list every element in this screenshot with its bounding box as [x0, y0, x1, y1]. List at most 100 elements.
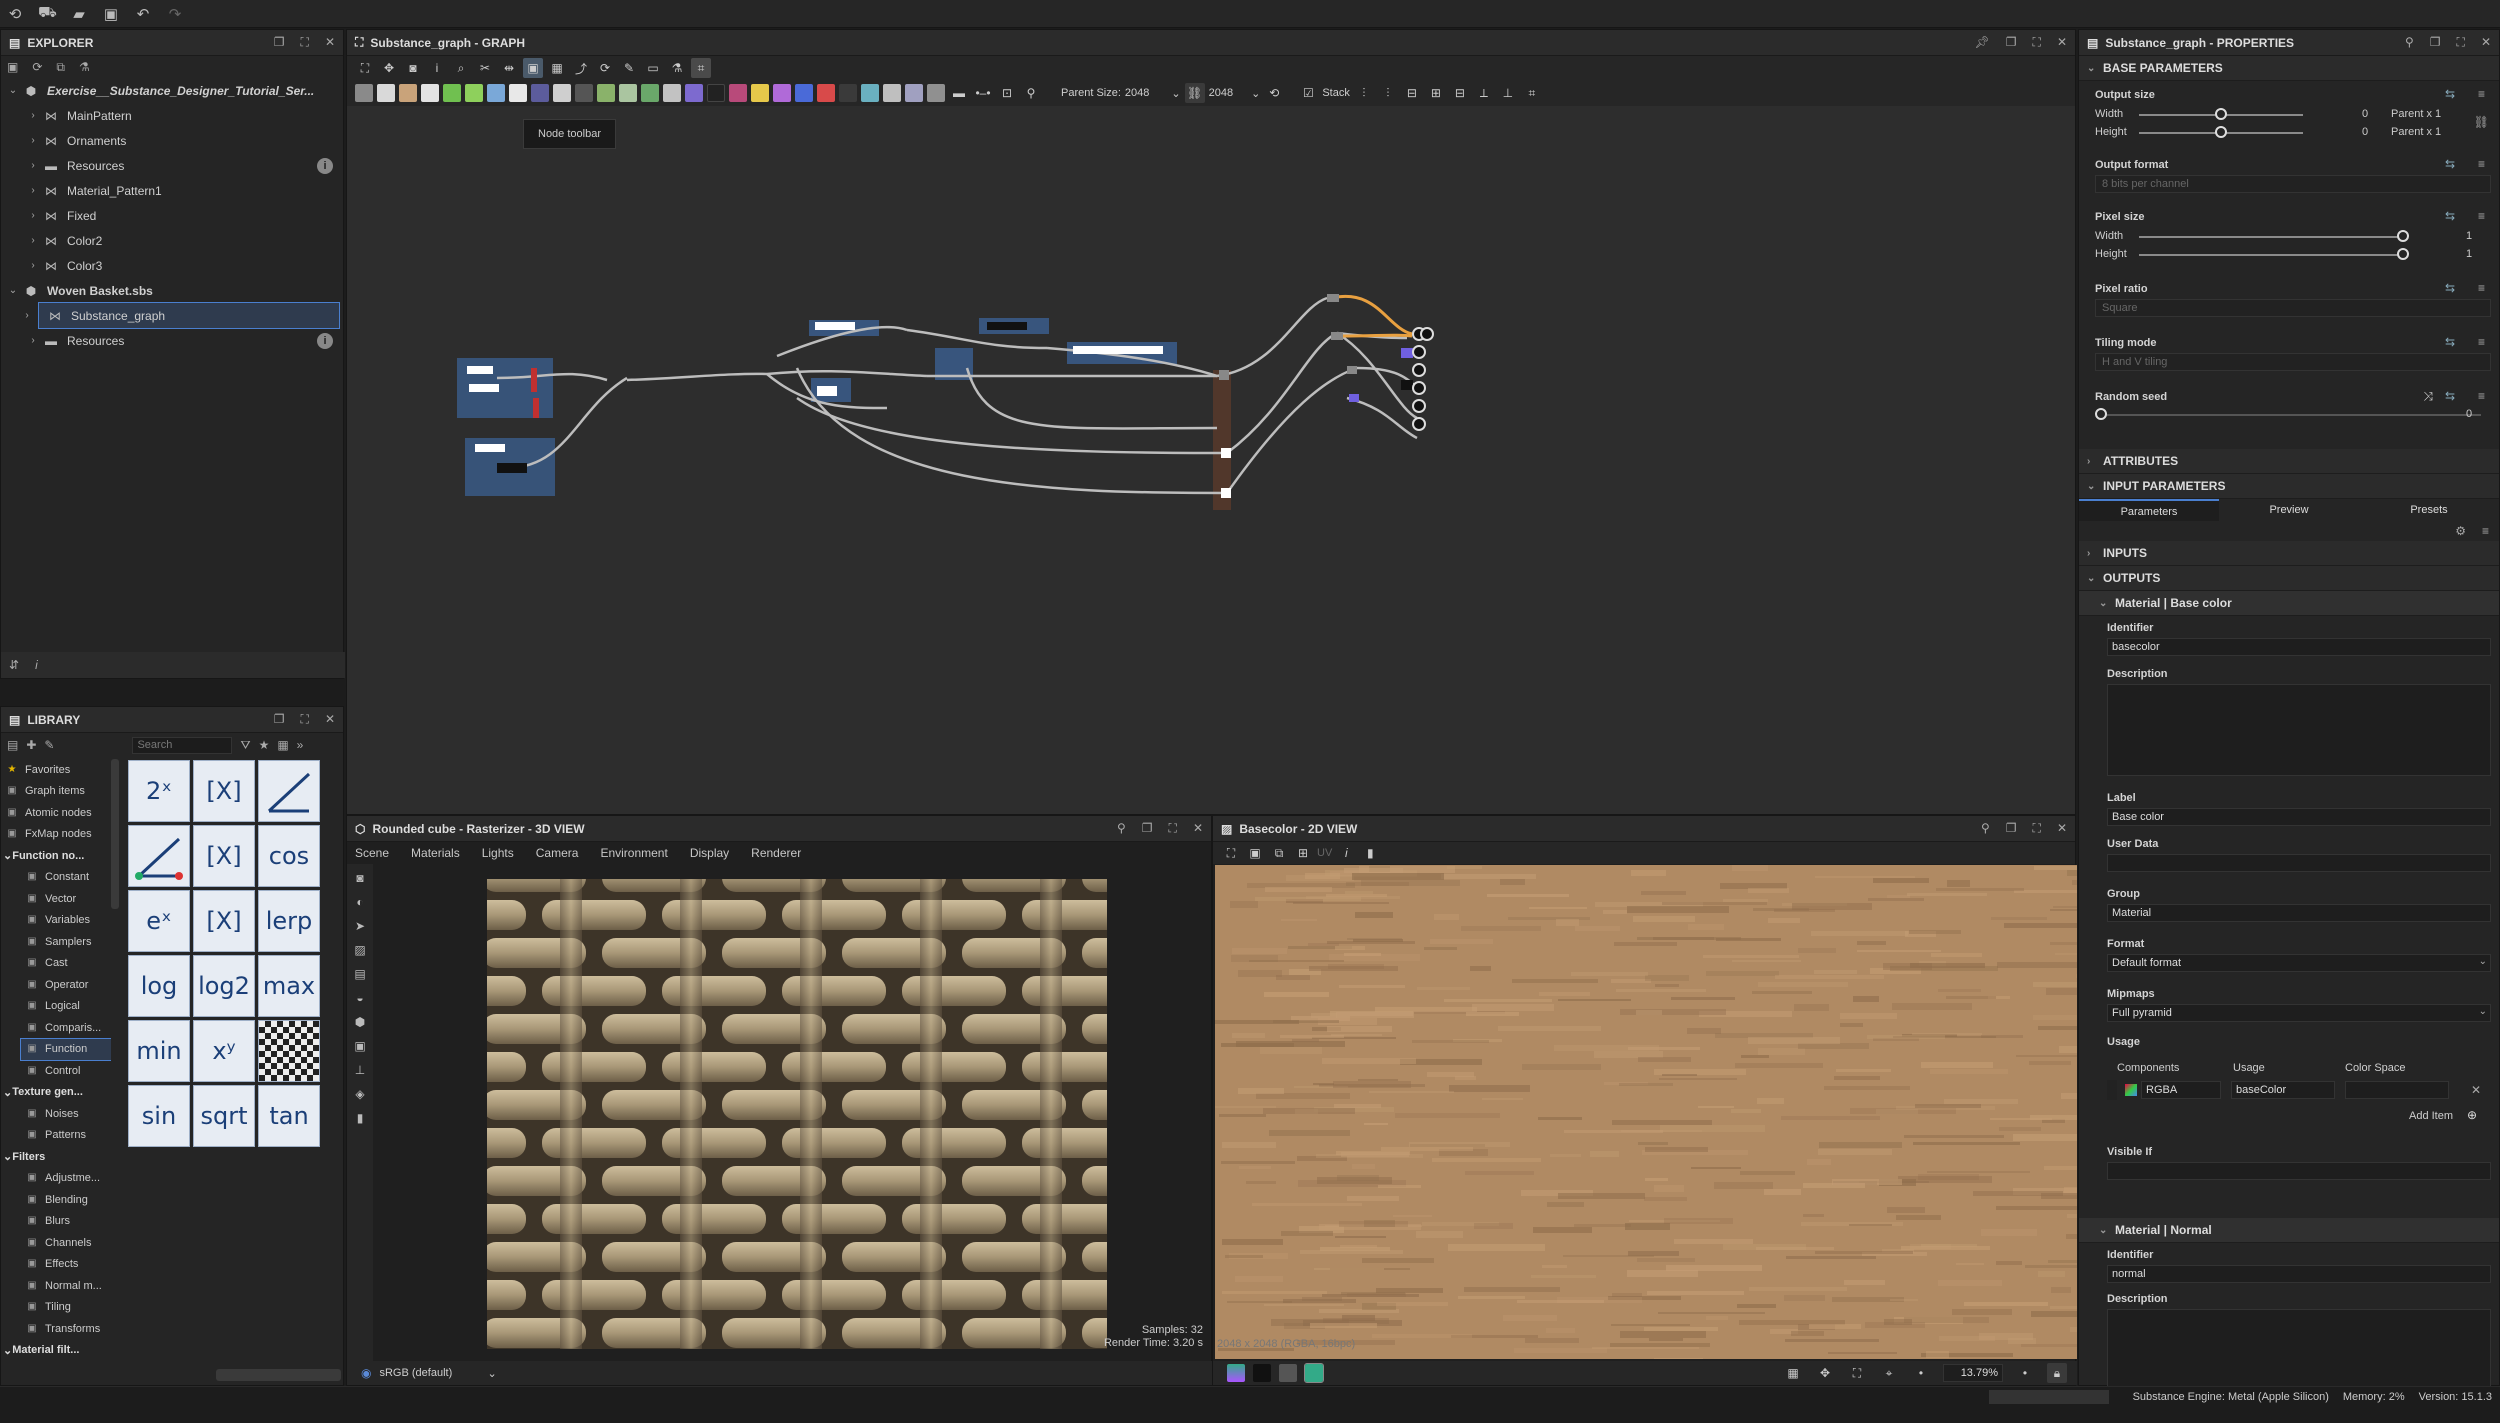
float-icon[interactable]: ❐	[2006, 35, 2017, 50]
pixel-width-value[interactable]: 1	[2466, 230, 2472, 242]
menu-icon[interactable]: ≡	[2478, 389, 2485, 403]
gradient-map-icon[interactable]	[399, 84, 417, 102]
add-item-button[interactable]: Add Item	[2409, 1110, 2453, 1122]
library-category-group[interactable]: ⌄ Material filt...	[1, 1340, 111, 1355]
mipmaps-select[interactable]: Full pyramid	[2107, 1004, 2491, 1022]
float-icon[interactable]: ❐	[274, 712, 285, 727]
menu-icon[interactable]: ≡	[2478, 335, 2485, 349]
output-height-value[interactable]: 0	[2362, 126, 2368, 138]
group-input[interactable]: Material	[2107, 904, 2491, 922]
pin-icon[interactable]: 📌︎	[1975, 35, 1990, 50]
zoom-input[interactable]: 13.79%	[1943, 1364, 2003, 1382]
transform-icon[interactable]	[509, 84, 527, 102]
exp2-tile[interactable]: 2ˣ	[128, 760, 190, 822]
curve-icon[interactable]	[443, 84, 461, 102]
reset-icon[interactable]: ⟲	[1264, 83, 1284, 103]
inherit-icon[interactable]: ⇆	[2445, 335, 2455, 349]
pixel-width-knob[interactable]	[2397, 230, 2409, 242]
cut-icon[interactable]: ✂	[475, 58, 495, 78]
close-icon[interactable]: ✕	[2481, 35, 2491, 50]
mipmaps-dropdown-icon[interactable]: ⌄	[2479, 1006, 2487, 1017]
light-icon[interactable]: ◐	[350, 892, 370, 912]
chevron-right-icon[interactable]: ›	[19, 310, 35, 321]
maximize-icon[interactable]: ⛶	[2033, 35, 2041, 50]
info-icon[interactable]: i	[1336, 843, 1356, 863]
pin-icon[interactable]: ⚲	[1981, 821, 1990, 836]
colorspace-dropdown-icon[interactable]: ⌄	[487, 1367, 496, 1380]
colorspace-select[interactable]: sRGB (default)	[379, 1367, 479, 1379]
explorer-item[interactable]: › ⋈ Color2	[1, 228, 343, 253]
dots-icon[interactable]: •–•	[973, 83, 993, 103]
library-category[interactable]: ▣ Constant	[1, 867, 111, 889]
search-icon[interactable]: ⌕	[451, 58, 471, 78]
library-category[interactable]: ▣ Logical	[1, 996, 111, 1018]
distribute-icon[interactable]: ⊟	[1402, 83, 1422, 103]
chevron-right-icon[interactable]: ›	[25, 160, 41, 171]
text-icon[interactable]	[773, 84, 791, 102]
align-mid-icon[interactable]: ⫶	[1378, 83, 1398, 103]
channel-rgb-icon[interactable]	[1227, 1364, 1245, 1382]
copy-icon[interactable]: ⧉	[1269, 843, 1289, 863]
pixel-processor-icon[interactable]	[685, 84, 703, 102]
cos-tile[interactable]: cos	[258, 825, 320, 887]
explorer-item[interactable]: › ⋈ Ornaments	[1, 128, 343, 153]
tan-tile[interactable]: tan	[258, 1085, 320, 1147]
chevron-down-icon[interactable]: ⌄	[5, 85, 21, 96]
sin-tile[interactable]: sin	[128, 1085, 190, 1147]
maximize-icon[interactable]: ⛶	[1169, 821, 1177, 836]
zoom-out-icon[interactable]: •	[1911, 1363, 1931, 1383]
chevron-right-icon[interactable]: ›	[25, 110, 41, 121]
gradient-icon[interactable]	[795, 84, 813, 102]
link-icon[interactable]: ⤴	[571, 58, 591, 78]
close-icon[interactable]: ✕	[325, 35, 335, 50]
library-category[interactable]: ▣ Effects	[1, 1254, 111, 1276]
library-category[interactable]: ▣ Transforms	[1, 1318, 111, 1340]
library-scrollbar[interactable]	[111, 759, 119, 909]
library-category[interactable]: ▣ Operator	[1, 974, 111, 996]
swizzle2-tile[interactable]: [X]	[193, 825, 255, 887]
graph-nodes[interactable]	[467, 294, 1413, 498]
explorer-item[interactable]: › ▬ Resources i	[1, 328, 343, 353]
fill-icon[interactable]	[575, 84, 593, 102]
tab-parameters[interactable]: Parameters	[2079, 499, 2219, 521]
library-category[interactable]: ▣ Normal m...	[1, 1275, 111, 1297]
library-category[interactable]: ▣ Cast	[1, 953, 111, 975]
folder-icon[interactable]: ▰	[70, 5, 88, 23]
new-package-icon[interactable]: ▣	[7, 60, 18, 74]
output-height-parent[interactable]: Parent x 1	[2391, 126, 2441, 138]
info-icon[interactable]: i	[35, 658, 38, 672]
info-icon[interactable]: i	[317, 157, 333, 174]
library-category[interactable]: ▣ Vector	[1, 888, 111, 910]
explorer-item[interactable]: › ⋈ Substance_graph	[25, 302, 340, 329]
chevron-right-icon[interactable]: ›	[25, 260, 41, 271]
graph-canvas[interactable]	[347, 108, 2075, 814]
library-category[interactable]: ▣ Adjustme...	[1, 1168, 111, 1190]
axis-icon[interactable]: ⊥	[350, 1060, 370, 1080]
library-category[interactable]: ▣ Patterns	[1, 1125, 111, 1147]
close-icon[interactable]: ✕	[325, 712, 335, 727]
save-icon[interactable]: ▣	[102, 5, 120, 23]
settings-icon[interactable]: ⚙	[2455, 524, 2466, 538]
redo-icon[interactable]: ↷	[166, 5, 184, 23]
view3d-menu-camera[interactable]: Camera	[536, 846, 579, 860]
grid-icon[interactable]: ▦	[547, 58, 567, 78]
filter-icon[interactable]: ⛛	[240, 738, 250, 753]
view3d-menu-materials[interactable]: Materials	[411, 846, 460, 860]
tile-view-icon[interactable]: ⊞	[1293, 843, 1313, 863]
shuffle-icon[interactable]: ⤨	[2423, 389, 2433, 404]
add-icon[interactable]: ✚	[26, 738, 36, 752]
min-tile[interactable]: min	[128, 1020, 190, 1082]
uv-toggle[interactable]: UV	[1317, 847, 1332, 859]
channel-gray-icon[interactable]	[1279, 1364, 1297, 1382]
visible-if-input[interactable]	[2107, 1162, 2491, 1180]
shape-icon[interactable]	[597, 84, 615, 102]
uniform-color-icon[interactable]	[377, 84, 395, 102]
dot-icon[interactable]	[927, 84, 945, 102]
camera-icon[interactable]: ◙	[350, 868, 370, 888]
basecolor-texture[interactable]	[1215, 865, 2077, 1359]
library-category[interactable]: ▣ Channels	[1, 1232, 111, 1254]
grid-node-icon[interactable]	[553, 84, 571, 102]
float-icon[interactable]: ❐	[2430, 35, 2441, 50]
inherit-icon[interactable]: ⇆	[2445, 281, 2455, 295]
pixel-height-slider[interactable]	[2139, 254, 2403, 256]
